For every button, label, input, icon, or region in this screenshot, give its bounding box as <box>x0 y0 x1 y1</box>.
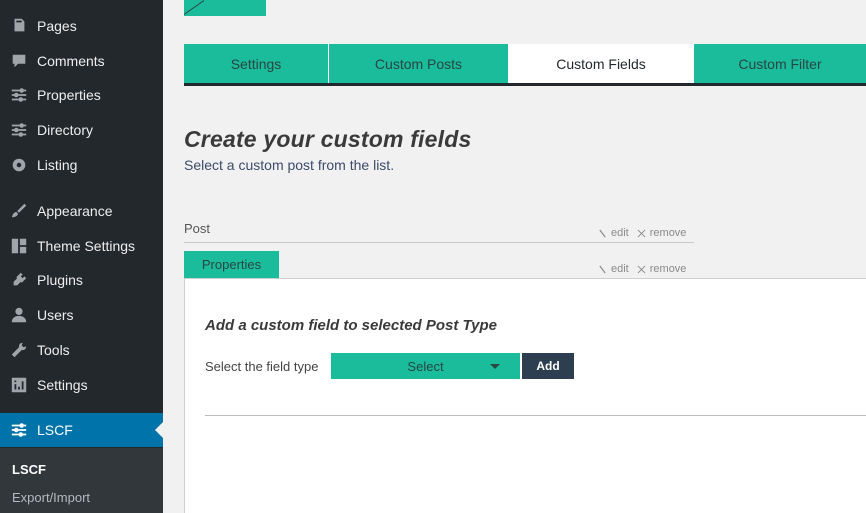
sidebar-item-lscf[interactable]: LSCF <box>0 413 163 447</box>
sidebar-item-label: Settings <box>37 377 88 393</box>
chevron-down-icon <box>490 364 500 369</box>
post-edit-link[interactable]: edit <box>598 227 629 239</box>
pages-icon <box>9 16 29 36</box>
properties-remove-link[interactable]: remove <box>637 263 687 275</box>
sidebar-item-appearance[interactable]: Appearance <box>0 194 163 228</box>
submenu-item-export-import[interactable]: Export/Import <box>12 490 90 505</box>
settings-tabs: Settings Custom Posts Custom Fields Cust… <box>184 44 866 86</box>
sidebar-item-comments[interactable]: Comments <box>0 44 163 78</box>
page-title: Create your custom fields <box>184 126 472 152</box>
sidebar-item-plugins[interactable]: Plugins <box>0 263 163 297</box>
sidebar-item-label: Theme Settings <box>37 238 136 254</box>
sidebar-item-theme-settings[interactable]: Theme Settings <box>0 229 163 263</box>
tab-custom-filter[interactable]: Custom Filter <box>694 44 866 83</box>
custom-field-panel: Add a custom field to selected Post Type… <box>184 278 866 513</box>
sidebar-item-listing[interactable]: Listing <box>0 148 163 182</box>
sidebar-item-label: Tools <box>37 342 70 358</box>
submenu-item-lscf[interactable]: LSCF <box>12 462 46 477</box>
panel-title: Add a custom field to selected Post Type <box>205 317 498 334</box>
sidebar-item-label: LSCF <box>37 422 73 438</box>
sidebar-item-settings[interactable]: Settings <box>0 368 163 402</box>
plug-icon <box>9 270 29 290</box>
edit-label: edit <box>611 227 629 239</box>
edit-icon <box>599 265 606 273</box>
properties-edit-link[interactable]: edit <box>598 263 629 275</box>
close-icon <box>637 265 646 273</box>
field-type-select-value: Select <box>407 358 444 374</box>
post-remove-link[interactable]: remove <box>637 227 687 239</box>
sliders-icon <box>9 120 29 140</box>
tab-custom-fields[interactable]: Custom Fields <box>509 44 694 83</box>
sliders-icon <box>9 85 29 105</box>
properties-row-actions: edit remove <box>598 263 686 275</box>
sidebar-item-label: Comments <box>37 53 105 69</box>
remove-label: remove <box>649 263 687 275</box>
lscf-submenu: LSCF Export/Import <box>0 448 163 513</box>
properties-post-tab[interactable]: Properties <box>184 251 279 278</box>
sidebar-item-directory[interactable]: Directory <box>0 113 163 147</box>
sidebar-item-tools[interactable]: Tools <box>0 333 163 367</box>
tab-settings[interactable]: Settings <box>184 44 329 83</box>
sidebar-item-label: Pages <box>37 18 77 34</box>
brush-icon <box>9 201 29 221</box>
close-icon <box>637 229 646 237</box>
sidebar-item-users[interactable]: Users <box>0 298 163 332</box>
sidebar-item-label: Users <box>37 307 74 323</box>
tab-custom-posts[interactable]: Custom Posts <box>329 44 509 83</box>
sidebar-item-properties[interactable]: Properties <box>0 78 163 112</box>
sidebar-item-label: Directory <box>37 122 94 138</box>
gear-icon <box>9 155 29 175</box>
sidebar-item-pages[interactable]: Pages <box>0 9 163 43</box>
sliders-icon <box>9 420 29 440</box>
settings-icon <box>9 375 29 395</box>
edit-label: edit <box>611 263 629 275</box>
sidebar-item-label: Listing <box>37 157 78 173</box>
post-row-divider <box>184 242 694 243</box>
page-subtitle: Select a custom post from the list. <box>184 157 395 173</box>
edit-icon <box>599 229 606 237</box>
sidebar-item-label: Plugins <box>37 272 83 288</box>
remove-label: remove <box>649 227 687 239</box>
admin-sidebar: Pages Comments Properties Directory List… <box>0 0 163 513</box>
comments-icon <box>9 51 29 71</box>
post-row-actions: edit remove <box>598 227 686 239</box>
active-indicator <box>155 422 163 438</box>
panel-divider <box>205 415 866 416</box>
add-field-button[interactable]: Add <box>522 353 574 379</box>
grid-icon <box>9 236 29 256</box>
wrench-icon <box>9 340 29 360</box>
field-type-label: Select the field type <box>205 359 319 374</box>
sidebar-item-label: Appearance <box>37 203 113 219</box>
user-icon <box>9 305 29 325</box>
post-label: Post <box>184 221 211 236</box>
top-strip-decoration <box>184 0 204 16</box>
field-type-select[interactable]: Select <box>331 353 520 379</box>
sidebar-item-label: Properties <box>37 87 101 103</box>
